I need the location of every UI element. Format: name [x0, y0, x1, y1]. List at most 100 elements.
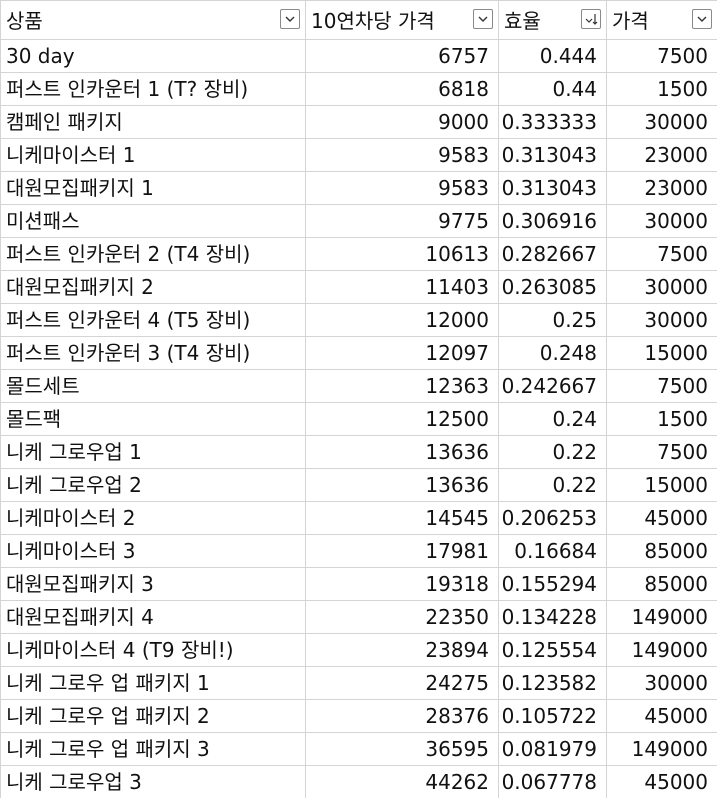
price-cell[interactable]: 15000: [606, 335, 717, 370]
product-cell[interactable]: 니케 그로우업 1: [0, 434, 306, 469]
cost-cell[interactable]: 11403: [305, 269, 499, 304]
product-cell[interactable]: 미션패스: [0, 203, 306, 238]
cost-cell[interactable]: 13636: [305, 467, 499, 502]
cost-cell[interactable]: 6757: [305, 38, 499, 73]
cost-cell[interactable]: 12363: [305, 368, 499, 403]
product-cell[interactable]: 대원모집패키지 1: [0, 170, 306, 205]
product-cell[interactable]: 30 day: [0, 38, 306, 73]
cost-cell[interactable]: 44262: [305, 764, 499, 798]
cost-cell[interactable]: 23894: [305, 632, 499, 667]
product-cell[interactable]: 몰드팩: [0, 401, 306, 436]
efficiency-cell[interactable]: 0.248: [498, 335, 607, 370]
header-efficiency: 효율: [498, 0, 607, 40]
efficiency-cell[interactable]: 0.105722: [498, 698, 607, 733]
product-cell[interactable]: 니케 그로우업 3: [0, 764, 306, 798]
product-cell[interactable]: 대원모집패키지 4: [0, 599, 306, 634]
product-cell[interactable]: 니케마이스터 3: [0, 533, 306, 568]
efficiency-cell[interactable]: 0.263085: [498, 269, 607, 304]
efficiency-cell[interactable]: 0.444: [498, 38, 607, 73]
efficiency-cell[interactable]: 0.25: [498, 302, 607, 337]
filter-dropdown-icon[interactable]: [280, 9, 300, 29]
product-cell[interactable]: 대원모집패키지 2: [0, 269, 306, 304]
cost-cell[interactable]: 9000: [305, 104, 499, 139]
efficiency-cell[interactable]: 0.313043: [498, 137, 607, 172]
cost-cell[interactable]: 17981: [305, 533, 499, 568]
price-cell[interactable]: 1500: [606, 401, 717, 436]
efficiency-cell[interactable]: 0.155294: [498, 566, 607, 601]
price-cell[interactable]: 85000: [606, 566, 717, 601]
table-row: 퍼스트 인카운터 4 (T5 장비) 12000 0.25 30000: [0, 302, 717, 337]
price-cell[interactable]: 45000: [606, 764, 717, 798]
price-cell[interactable]: 15000: [606, 467, 717, 502]
cost-cell[interactable]: 14545: [305, 500, 499, 535]
product-cell[interactable]: 대원모집패키지 3: [0, 566, 306, 601]
cost-cell[interactable]: 28376: [305, 698, 499, 733]
price-cell[interactable]: 45000: [606, 698, 717, 733]
efficiency-cell[interactable]: 0.313043: [498, 170, 607, 205]
product-cell[interactable]: 니케 그로우 업 패키지 3: [0, 731, 306, 766]
product-cell[interactable]: 니케 그로우 업 패키지 1: [0, 665, 306, 700]
product-cell[interactable]: 퍼스트 인카운터 3 (T4 장비): [0, 335, 306, 370]
efficiency-cell[interactable]: 0.134228: [498, 599, 607, 634]
cost-cell[interactable]: 12000: [305, 302, 499, 337]
price-cell[interactable]: 30000: [606, 665, 717, 700]
efficiency-cell[interactable]: 0.242667: [498, 368, 607, 403]
cost-cell[interactable]: 22350: [305, 599, 499, 634]
efficiency-cell[interactable]: 0.44: [498, 71, 607, 106]
price-cell[interactable]: 7500: [606, 434, 717, 469]
cost-cell[interactable]: 24275: [305, 665, 499, 700]
efficiency-cell[interactable]: 0.306916: [498, 203, 607, 238]
cost-cell[interactable]: 13636: [305, 434, 499, 469]
efficiency-cell[interactable]: 0.22: [498, 434, 607, 469]
filter-dropdown-icon[interactable]: [473, 9, 493, 29]
price-cell[interactable]: 149000: [606, 599, 717, 634]
table-row: 니케 그로우 업 패키지 1 24275 0.123582 30000: [0, 665, 717, 700]
efficiency-cell[interactable]: 0.24: [498, 401, 607, 436]
product-cell[interactable]: 퍼스트 인카운터 2 (T4 장비): [0, 236, 306, 271]
price-cell[interactable]: 45000: [606, 500, 717, 535]
efficiency-cell[interactable]: 0.206253: [498, 500, 607, 535]
efficiency-cell[interactable]: 0.067778: [498, 764, 607, 798]
price-cell[interactable]: 30000: [606, 302, 717, 337]
table-row: 퍼스트 인카운터 1 (T? 장비) 6818 0.44 1500: [0, 71, 717, 106]
cost-cell[interactable]: 9583: [305, 170, 499, 205]
sort-descending-filter-icon[interactable]: [581, 9, 601, 29]
price-cell[interactable]: 7500: [606, 368, 717, 403]
efficiency-cell[interactable]: 0.22: [498, 467, 607, 502]
efficiency-cell[interactable]: 0.123582: [498, 665, 607, 700]
product-cell[interactable]: 몰드세트: [0, 368, 306, 403]
product-cell[interactable]: 니케마이스터 2: [0, 500, 306, 535]
price-cell[interactable]: 7500: [606, 236, 717, 271]
price-cell[interactable]: 30000: [606, 269, 717, 304]
product-cell[interactable]: 니케 그로우 업 패키지 2: [0, 698, 306, 733]
efficiency-cell[interactable]: 0.125554: [498, 632, 607, 667]
price-cell[interactable]: 30000: [606, 203, 717, 238]
product-cell[interactable]: 퍼스트 인카운터 4 (T5 장비): [0, 302, 306, 337]
cost-cell[interactable]: 10613: [305, 236, 499, 271]
cost-cell[interactable]: 12500: [305, 401, 499, 436]
price-cell[interactable]: 30000: [606, 104, 717, 139]
price-cell[interactable]: 85000: [606, 533, 717, 568]
price-cell[interactable]: 149000: [606, 731, 717, 766]
cost-cell[interactable]: 9583: [305, 137, 499, 172]
product-cell[interactable]: 퍼스트 인카운터 1 (T? 장비): [0, 71, 306, 106]
efficiency-cell[interactable]: 0.16684: [498, 533, 607, 568]
cost-cell[interactable]: 19318: [305, 566, 499, 601]
efficiency-cell[interactable]: 0.081979: [498, 731, 607, 766]
filter-dropdown-icon[interactable]: [692, 9, 712, 29]
cost-cell[interactable]: 36595: [305, 731, 499, 766]
price-cell[interactable]: 1500: [606, 71, 717, 106]
product-cell[interactable]: 니케 그로우업 2: [0, 467, 306, 502]
efficiency-cell[interactable]: 0.333333: [498, 104, 607, 139]
product-cell[interactable]: 니케마이스터 1: [0, 137, 306, 172]
cost-cell[interactable]: 12097: [305, 335, 499, 370]
price-cell[interactable]: 23000: [606, 137, 717, 172]
price-cell[interactable]: 23000: [606, 170, 717, 205]
product-cell[interactable]: 니케마이스터 4 (T9 장비!): [0, 632, 306, 667]
cost-cell[interactable]: 6818: [305, 71, 499, 106]
product-cell[interactable]: 캠페인 패키지: [0, 104, 306, 139]
efficiency-cell[interactable]: 0.282667: [498, 236, 607, 271]
cost-cell[interactable]: 9775: [305, 203, 499, 238]
price-cell[interactable]: 7500: [606, 38, 717, 73]
price-cell[interactable]: 149000: [606, 632, 717, 667]
